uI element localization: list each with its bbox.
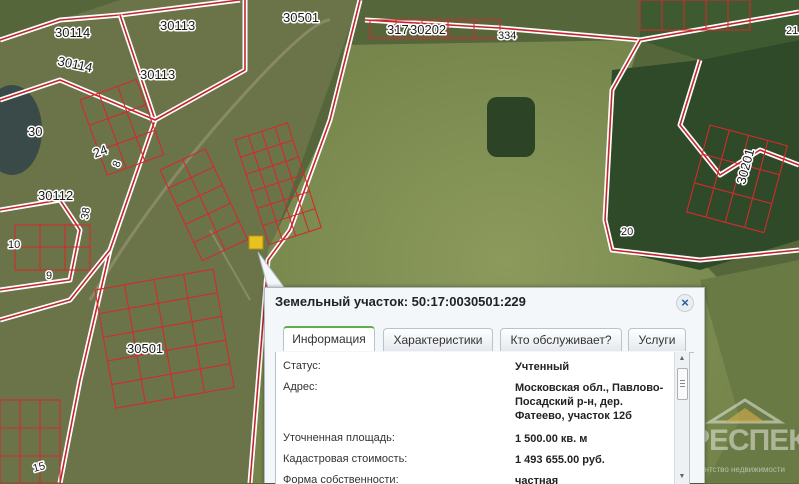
close-icon: × xyxy=(681,295,689,310)
field-label: Уточненная площадь: xyxy=(283,432,395,444)
tab-info[interactable]: Информация xyxy=(283,326,375,351)
watermark-subtext: Агентство недвижимости xyxy=(692,465,785,474)
parcel-info-popup: Земельный участок: 50:17:0030501:229 × И… xyxy=(264,287,705,484)
field-label: Статус: xyxy=(283,360,321,372)
map-label-9: 9 xyxy=(46,270,52,282)
field-value: 1 493 655.00 руб. xyxy=(515,454,605,466)
popup-title: Земельный участок: 50:17:0030501:229 xyxy=(275,294,526,309)
field-label: Адрес: xyxy=(283,381,318,393)
field-value: Московская обл., Павлово-Посадский р-н, … xyxy=(515,382,664,422)
watermark-logo: РЕСПЕКТ xyxy=(690,424,799,457)
info-panel[interactable]: Статус: Учтенный Адрес: Московская обл.,… xyxy=(275,352,690,484)
map-label-38: 38 xyxy=(79,206,93,220)
watermark-roof-icon xyxy=(705,398,785,424)
map-label-30501a: 30501 xyxy=(283,10,319,25)
popup-tabs: Информация Характеристики Кто обслуживае… xyxy=(275,326,694,353)
panel-scrollbar[interactable]: ▲ ▼ xyxy=(674,352,689,484)
field-label: Кадастровая стоимость: xyxy=(283,453,408,465)
map-label-30113b: 30113 xyxy=(140,67,175,82)
field-value: 1 500.00 кв. м xyxy=(515,433,588,445)
tab-who-serves[interactable]: Кто обслуживает? xyxy=(500,328,622,351)
close-button[interactable]: × xyxy=(676,294,694,312)
selected-parcel[interactable] xyxy=(248,235,264,250)
map-label-30: 30 xyxy=(28,124,42,139)
tab-services[interactable]: Услуги xyxy=(628,328,686,351)
tab-characteristics[interactable]: Характеристики xyxy=(383,328,493,351)
field-value: Учтенный xyxy=(515,361,570,373)
scroll-up-arrow-icon[interactable]: ▲ xyxy=(677,354,687,364)
map-label-334: 334 xyxy=(498,30,516,42)
scroll-down-arrow-icon[interactable]: ▼ xyxy=(677,472,687,482)
map-label-30202: 30202 xyxy=(410,22,446,37)
map-label-30114a: 30114 xyxy=(55,25,90,40)
map-label-30501b: 30501 xyxy=(127,341,163,356)
map-label-10: 10 xyxy=(8,239,20,251)
map-label-30112: 30112 xyxy=(38,188,73,203)
map-label-317: 317 xyxy=(387,22,409,37)
map-label-21: 21 xyxy=(786,25,798,37)
map-label-30113a: 30113 xyxy=(160,18,195,33)
map-label-20: 20 xyxy=(621,226,633,238)
scrollbar-thumb[interactable] xyxy=(677,368,688,400)
